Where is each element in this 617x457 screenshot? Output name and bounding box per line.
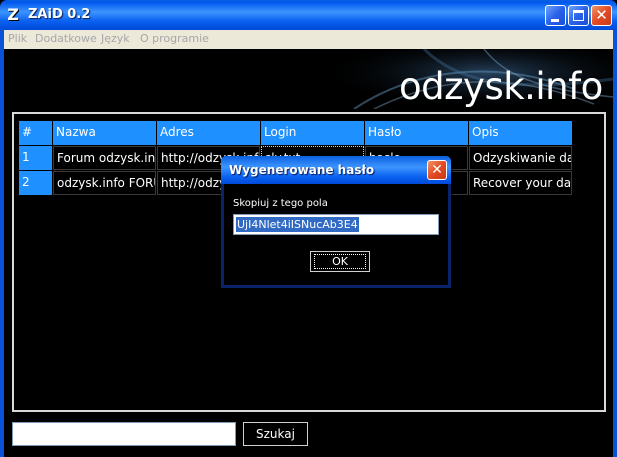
site-logo: odzysk.info [399,65,603,108]
column-header-login[interactable]: Login [261,121,364,145]
minimize-icon [551,19,559,22]
search-button[interactable]: Szukaj [243,422,308,446]
menu-item-jezyk[interactable]: Język [101,32,130,45]
column-header-name[interactable]: Nazwa [53,121,156,145]
maximize-icon [573,10,584,21]
maximize-button[interactable] [568,5,589,26]
menu-item-plik[interactable]: Plik [8,32,27,45]
generated-password-value: UjI4Nlet4iISNucAb3E4 [236,217,359,232]
column-header-password[interactable]: Hasło [365,121,468,145]
close-button[interactable]: ✕ [591,5,612,26]
generated-password-dialog: Wygenerowane hasło ✕ Skopiuj z tego pola… [221,156,451,288]
minimize-button[interactable] [545,5,566,26]
table-cell[interactable]: Forum odzysk.info [53,146,156,170]
dialog-close-button[interactable]: ✕ [427,160,447,180]
row-number-cell[interactable]: 1 [19,146,52,170]
table-cell[interactable]: odzysk.info FORUM [53,171,156,195]
dialog-title: Wygenerowane hasło [229,163,375,177]
table-cell[interactable]: Recover your data [469,171,572,195]
dialog-title-bar[interactable]: Wygenerowane hasło ✕ [221,156,451,184]
menu-bar: Plik Dodatkowe Język O programie [4,30,613,49]
app-window: Z ZAiD 0.2 ✕ Plik Dodatkowe Język O prog… [0,0,617,457]
close-icon: ✕ [595,6,608,24]
generated-password-field[interactable]: UjI4Nlet4iISNucAb3E4 [233,214,439,235]
ok-button[interactable]: OK [310,251,370,272]
app-icon: Z [7,5,19,24]
menu-item-o-programie[interactable]: O programie [140,32,209,45]
dialog-body: Skopiuj z tego pola UjI4Nlet4iISNucAb3E4… [224,184,448,285]
window-title: ZAiD 0.2 [28,7,91,22]
column-header-description[interactable]: Opis [469,121,572,145]
title-bar[interactable]: Z ZAiD 0.2 ✕ [0,0,617,30]
column-header-number[interactable]: # [19,121,52,145]
row-number-cell[interactable]: 2 [19,171,52,195]
close-icon: ✕ [431,162,443,178]
menu-item-dodatkowe[interactable]: Dodatkowe [35,32,97,45]
copy-label: Skopiuj z tego pola [233,198,328,209]
search-input[interactable] [12,422,236,446]
window-frame-right [613,30,617,457]
column-header-address[interactable]: Adres [157,121,260,145]
focus-rect [314,254,366,269]
table-cell[interactable]: Odzyskiwanie danych [469,146,572,170]
